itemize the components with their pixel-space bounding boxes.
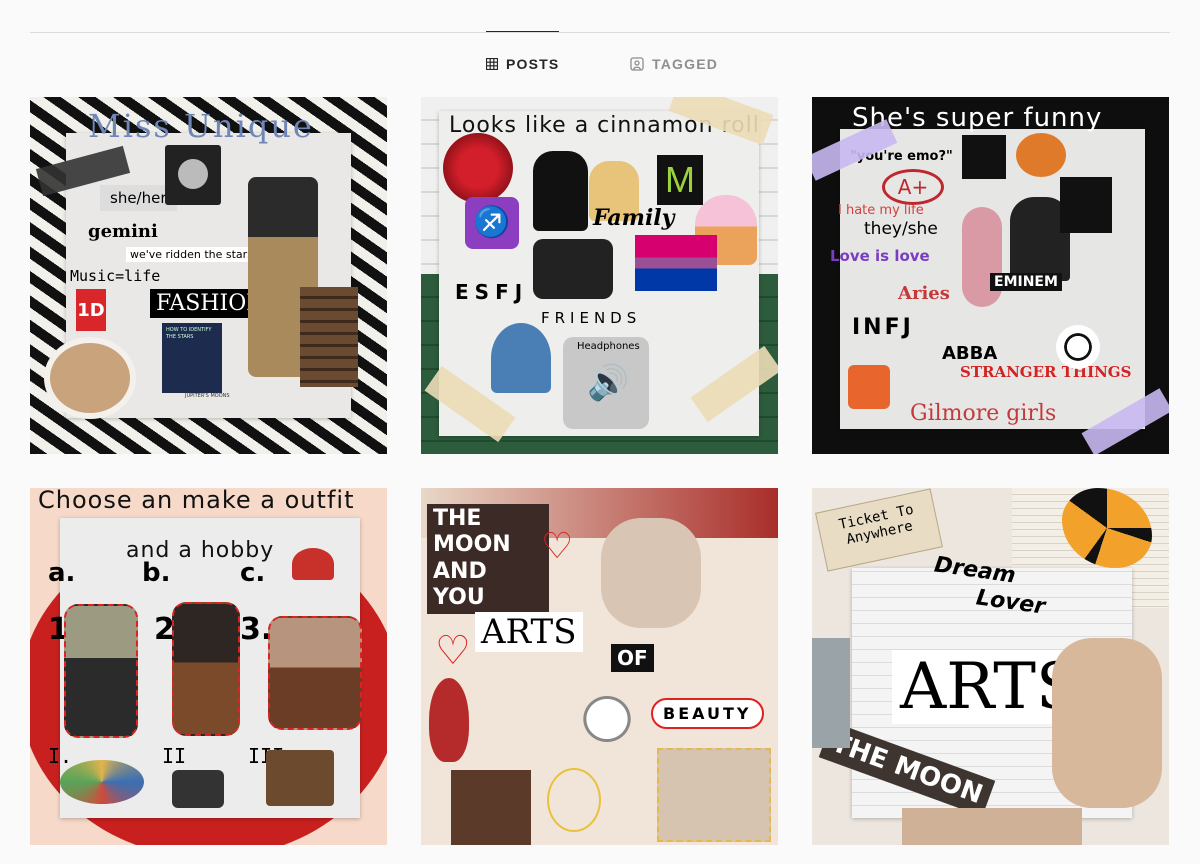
- post-thumbnail[interactable]: THE MOON AND YOU ARTS OF BEAUTY ♡ ♡: [421, 488, 778, 845]
- outfit-option: [268, 616, 362, 730]
- photo-cutout: [451, 770, 531, 845]
- post-sticker: ESFJ: [455, 280, 529, 304]
- post-sticker: II: [162, 744, 187, 768]
- post-sticker: I hate my life: [838, 203, 924, 218]
- photo-cutout: [812, 638, 850, 748]
- doodle-flower: [547, 768, 601, 832]
- post-sticker: OF: [611, 644, 654, 672]
- post-sticker: we've ridden the stars: [126, 247, 257, 262]
- post-sticker: Gilmore girls: [910, 401, 1057, 426]
- moon-photo: [165, 145, 221, 205]
- post-sticker: ABBA: [942, 343, 998, 364]
- post-sticker: EMINEM: [990, 273, 1062, 291]
- books-stack: [300, 287, 358, 387]
- profile-tabs: POSTS TAGGED: [0, 31, 1200, 96]
- painting-cutout: [657, 748, 771, 842]
- post-sticker: FRIENDS: [541, 309, 642, 327]
- heart-icon: ♡: [435, 628, 471, 674]
- post-thumbnail[interactable]: Choose an make a outfit and a hobby a. b…: [30, 488, 387, 845]
- tab-tagged[interactable]: TAGGED: [630, 32, 718, 96]
- post-sticker: INFJ: [852, 315, 914, 340]
- speaker-icon: 🔊: [587, 364, 630, 402]
- post-sticker: THE MOON AND YOU: [427, 504, 549, 614]
- tab-posts[interactable]: POSTS: [486, 31, 560, 96]
- swing-painting: [1052, 638, 1162, 808]
- post-sticker: Love is love: [830, 247, 930, 265]
- app-icon: [848, 365, 890, 409]
- heart-icon: ♡: [541, 526, 574, 567]
- post-sticker: I.: [48, 744, 73, 768]
- singer-cutout: [962, 207, 1002, 307]
- post-sticker: Music=life: [70, 267, 161, 285]
- post-sticker: A+: [882, 169, 944, 205]
- post-sticker: a.: [48, 558, 76, 588]
- sagittarius-icon: ♐: [465, 197, 519, 249]
- post-sticker: b.: [142, 558, 171, 588]
- post-sticker: Headphones: [577, 341, 640, 352]
- roses-image: [443, 133, 513, 203]
- dog-image: [533, 151, 588, 231]
- post-thumbnail[interactable]: Looks like a cinnamon roll ♐ M Family ES…: [421, 97, 778, 454]
- outfit-option: [172, 602, 240, 736]
- post-sticker: Ticket To Anywhere: [815, 488, 943, 572]
- mushroom-image: [292, 548, 334, 580]
- post-sticker: JUPITER'S MOONS: [185, 393, 230, 399]
- post-caption: Choose an make a outfit: [38, 488, 355, 514]
- album-cover: [1016, 133, 1066, 177]
- post-sticker: c.: [240, 558, 266, 588]
- band-logo: [1060, 177, 1112, 233]
- tab-posts-label: POSTS: [506, 56, 560, 72]
- post-sticker: ARTS: [475, 612, 583, 652]
- palette-image: [60, 760, 144, 804]
- character-cutout: [491, 323, 551, 393]
- post-thumbnail[interactable]: She's super funny "you're emo?" A+ I hat…: [812, 97, 1169, 454]
- football-image: [1056, 325, 1100, 369]
- monster-logo: M: [657, 155, 703, 205]
- speaker-app: Headphones 🔊: [563, 337, 649, 429]
- post-thumbnail[interactable]: Miss Unique she/her gemini we've ridden …: [30, 97, 387, 454]
- sneakers-image: [533, 239, 613, 299]
- tag-person-icon: [630, 57, 644, 71]
- grid-icon: [486, 58, 498, 70]
- fresco-cutout: [902, 808, 1082, 845]
- camera-image: [172, 770, 224, 808]
- post-sticker: STRANGER THINGS: [960, 363, 1132, 381]
- tab-tagged-label: TAGGED: [652, 56, 719, 72]
- outfit-option: [64, 604, 138, 738]
- post-thumbnail[interactable]: Ticket To Anywhere Dream Lover ARTS THE …: [812, 488, 1169, 845]
- post-sticker: HOW TO IDENTIFY THE STARS: [162, 323, 222, 393]
- post-caption: Miss Unique: [88, 107, 314, 145]
- coffee-cup: [44, 337, 136, 419]
- cherub-image: [601, 518, 701, 628]
- bi-flag: [635, 235, 717, 291]
- post-sticker: gemini: [88, 221, 158, 242]
- post-sticker: BEAUTY: [651, 698, 764, 729]
- post-sticker: 1D: [76, 289, 106, 331]
- rose-image: [429, 678, 469, 762]
- butterfly-image: [571, 684, 643, 754]
- album-cover: [962, 135, 1006, 179]
- post-sticker: they/she: [864, 219, 938, 239]
- post-sticker: Aries: [898, 283, 950, 304]
- post-sticker: Family: [593, 205, 675, 231]
- record-player-image: [266, 750, 334, 806]
